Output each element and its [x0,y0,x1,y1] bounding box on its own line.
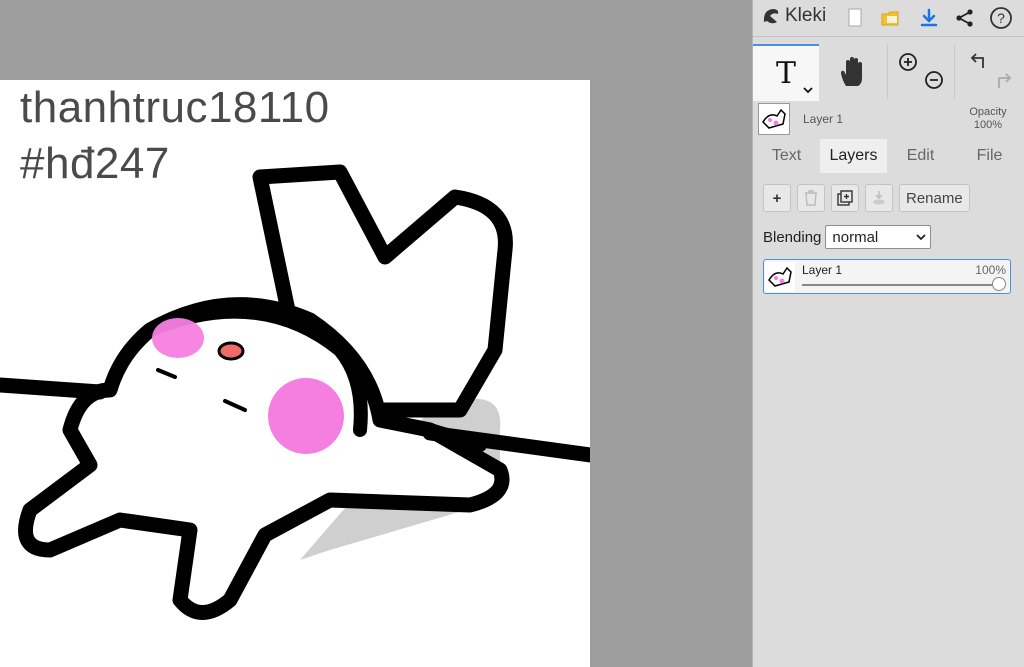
opacity-value: 100% [973,119,1003,131]
trash-icon [805,190,817,206]
download-icon[interactable] [917,6,941,30]
opacity-label: Opacity [969,106,1007,118]
hand-tool-button[interactable] [820,44,886,99]
svg-text:?: ? [997,10,1005,26]
merge-down-icon [873,191,885,205]
blending-row: Blending normal [763,225,932,249]
drawing-canvas[interactable]: thanhtruc18110 #hđ247 [0,80,590,667]
canvas-text-line-1: thanhtruc18110 [20,83,330,132]
open-folder-icon[interactable] [879,6,903,30]
blending-select[interactable]: normal [825,225,932,249]
layer-opacity: 100% [975,263,1006,277]
layer-thumbnail [758,103,790,135]
tool-row: T [753,44,1024,101]
chevron-down-icon[interactable] [803,86,813,97]
text-tool-icon: T [775,56,796,91]
side-panel: Kleki ? T Layer 1 Opacity 100% Text Laye… [752,0,1024,667]
layer-thumbnail [765,262,795,292]
current-layer-info: Layer 1 Opacity 100% [753,100,1024,138]
blending-value: normal [832,228,879,246]
layer-actions: + Rename [763,184,970,214]
kleki-logo-icon [763,9,779,24]
duplicate-icon [837,190,853,206]
zoom-out-icon[interactable] [924,70,944,95]
kleki-logo[interactable]: Kleki [761,5,826,27]
add-layer-button[interactable]: + [763,184,791,212]
workspace[interactable]: thanhtruc18110 #hđ247 [0,0,752,667]
undo-icon[interactable] [967,52,987,77]
drawing-cheek-right [268,378,344,454]
tab-file[interactable]: File [954,139,1024,173]
hand-icon [841,56,862,86]
tab-layers[interactable]: Layers [820,139,887,173]
merge-down-button[interactable] [865,184,893,212]
help-icon[interactable]: ? [989,6,1013,30]
zoom-in-icon[interactable] [898,52,918,77]
layer-name: Layer 1 [802,263,843,277]
share-icon[interactable] [953,6,977,30]
tab-edit[interactable]: Edit [887,139,954,173]
opacity-slider-handle[interactable] [992,277,1006,291]
tab-text[interactable]: Text [753,139,820,173]
opacity-slider-track[interactable] [802,284,996,286]
blending-label: Blending [763,228,822,246]
top-bar: Kleki ? [753,0,1024,37]
new-file-icon[interactable] [843,6,867,30]
text-tool-button[interactable]: T [753,44,819,101]
current-layer-name: Layer 1 [803,112,844,126]
zoom-tools [887,44,954,99]
app-name: Kleki [785,5,827,26]
drawing-cheek-left [152,318,204,358]
redo-icon[interactable] [995,70,1015,95]
history-tools [954,44,1024,99]
rename-layer-button[interactable]: Rename [899,184,970,212]
drawing-line-left [0,377,108,400]
delete-layer-button[interactable] [797,184,825,212]
layer-list-item[interactable]: Layer 1 100% [763,259,1011,294]
drawing-nose [217,341,245,361]
panel-tabs: Text Layers Edit File [753,139,1024,173]
duplicate-layer-button[interactable] [831,184,859,212]
canvas-text-line-2: #hđ247 [20,139,170,188]
chevron-down-icon [916,230,927,244]
